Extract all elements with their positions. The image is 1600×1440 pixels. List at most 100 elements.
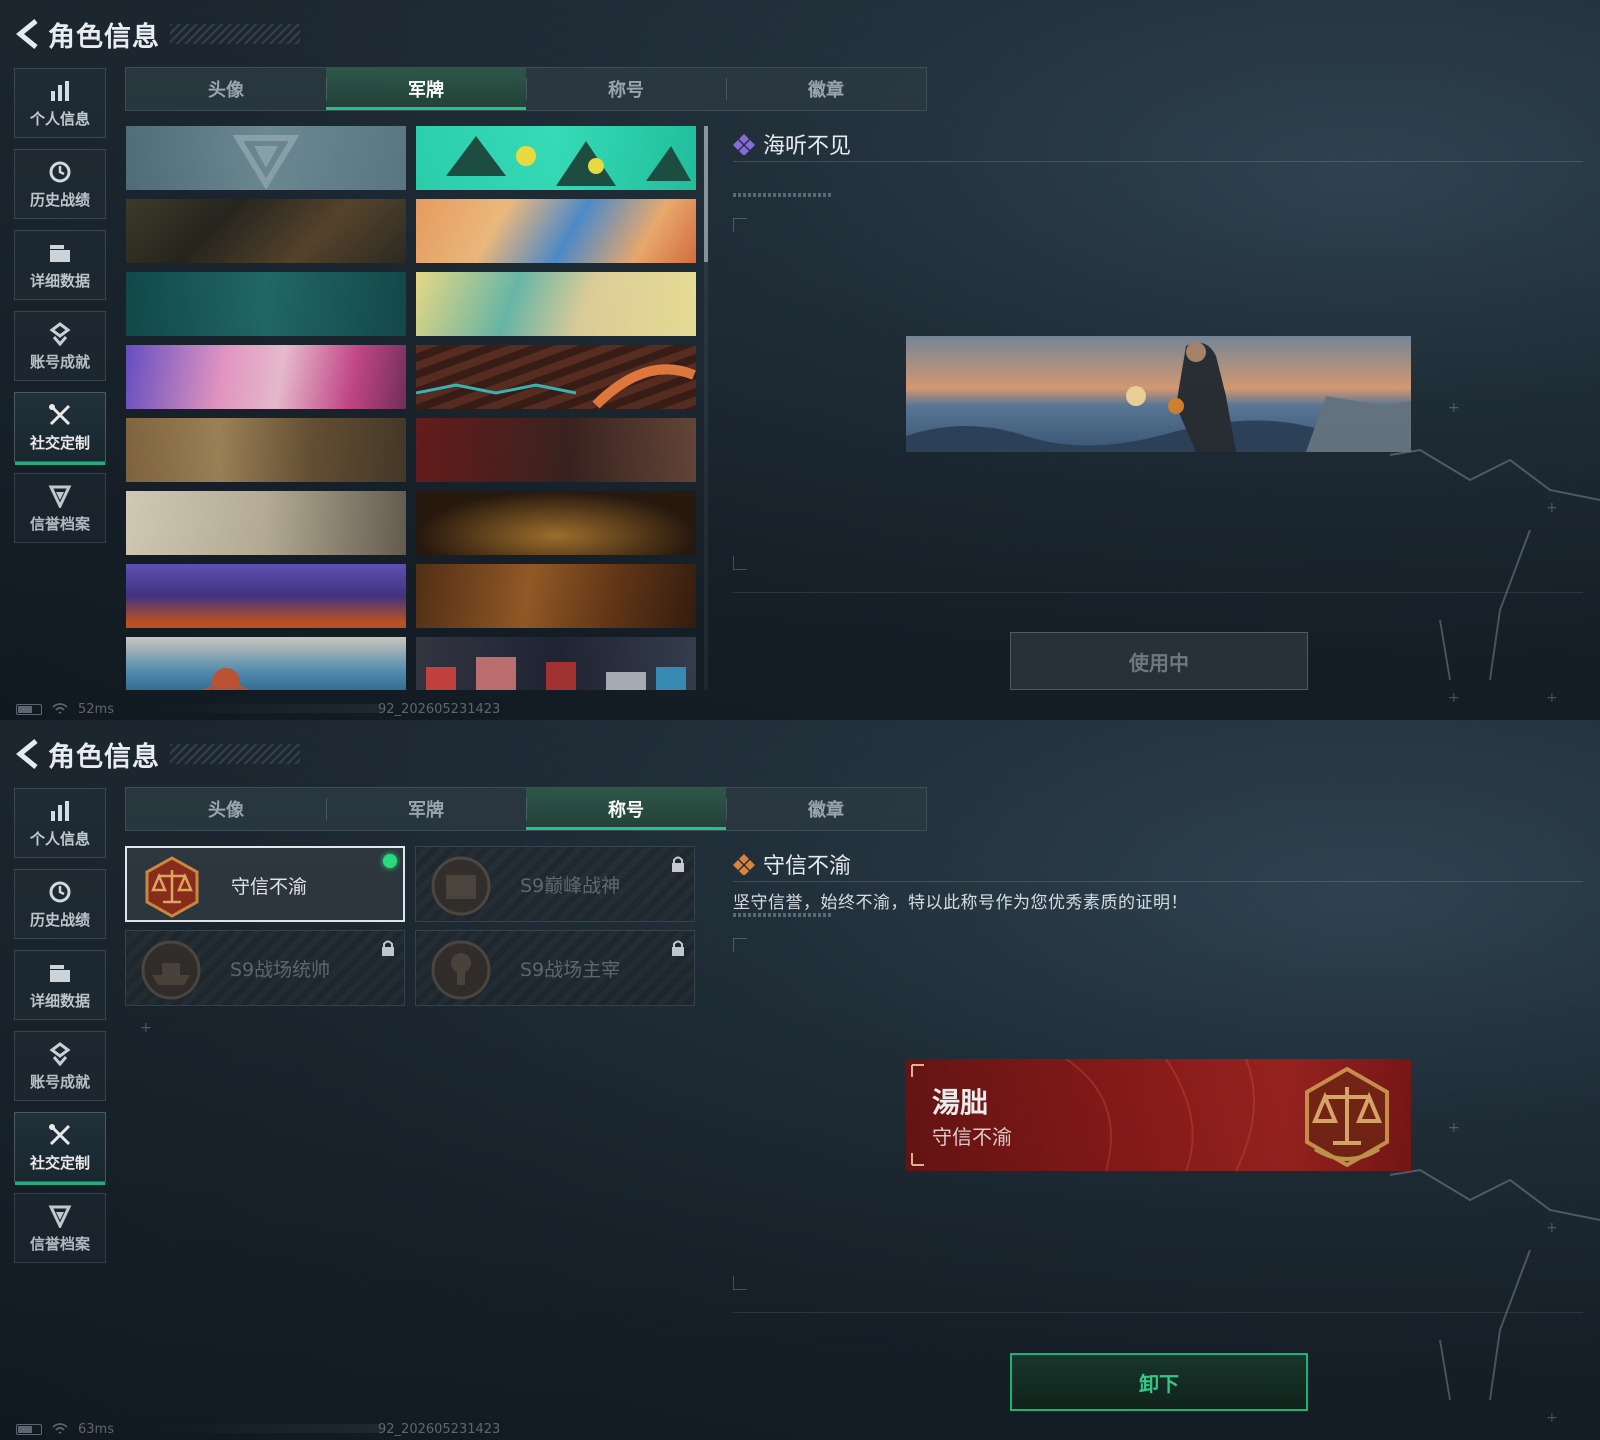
detail-subline	[733, 193, 833, 197]
shield-icon	[47, 483, 73, 509]
background-crack	[1389, 448, 1600, 681]
frame-corner	[733, 218, 747, 232]
wifi-icon	[52, 1423, 68, 1434]
tab-avatar[interactable]: 头像	[126, 788, 326, 830]
deco-plus: +	[1448, 1120, 1460, 1136]
clock-icon	[47, 879, 73, 905]
detail-header: 海听不见	[733, 126, 1583, 162]
title-card-selected[interactable]: 守信不渝	[125, 846, 405, 922]
title-card-locked[interactable]: S9战场统帅	[125, 930, 405, 1006]
sidebar-item-achievements[interactable]: 账号成就	[14, 1031, 106, 1101]
ship-medal-icon	[141, 940, 201, 1000]
scales-medal-icon	[1305, 1066, 1389, 1168]
tab-avatar[interactable]: 头像	[126, 68, 326, 110]
title-name: S9巅峰战神	[520, 875, 621, 897]
back-button[interactable]	[14, 737, 42, 771]
sidebar-item-label: 账号成就	[29, 352, 90, 371]
dogtag-card-weapons[interactable]	[126, 199, 406, 263]
battery-icon	[16, 1423, 42, 1435]
dogtag-card-dragon[interactable]	[416, 199, 696, 263]
dogtag-card-leaves[interactable]	[416, 564, 696, 628]
sidebar: 个人信息 历史战绩 详细数据 账号成就 社交定制 信誉档案	[14, 788, 106, 1274]
wifi-icon	[52, 703, 68, 714]
title-card-locked[interactable]: S9巅峰战神	[415, 846, 695, 922]
title-card-locked[interactable]: S9战场主宰	[415, 930, 695, 1006]
explosion-medal-icon	[431, 940, 491, 1000]
sidebar-item-label: 账号成就	[29, 1072, 90, 1091]
sidebar-item-label: 社交定制	[29, 1153, 90, 1172]
tab-dogtag[interactable]: 军牌	[326, 788, 526, 830]
sidebar-item-label: 信誉档案	[29, 514, 90, 533]
detail-header: 守信不渝	[733, 846, 1583, 882]
dogtag-card-windmill[interactable]	[126, 491, 406, 555]
ping-text: 52ms	[78, 701, 114, 717]
deco-plus: +	[1448, 690, 1460, 706]
player-name: 湯朏	[932, 1086, 989, 1119]
title-decoration	[170, 24, 300, 44]
frame-corner	[733, 1276, 747, 1290]
tab-badge[interactable]: 徽章	[726, 68, 926, 110]
page-header: 角色信息	[14, 14, 300, 54]
page-title: 角色信息	[48, 21, 160, 53]
sidebar-item-reputation[interactable]: 信誉档案	[14, 473, 106, 543]
dogtag-card-music[interactable]	[416, 272, 696, 336]
sidebar-item-social-custom[interactable]: 社交定制	[14, 392, 106, 465]
tab-badge[interactable]: 徽章	[726, 788, 926, 830]
bar-chart-icon	[47, 78, 73, 104]
tools-icon	[47, 1122, 73, 1148]
dogtag-card-desert[interactable]	[126, 418, 406, 482]
page-title: 角色信息	[48, 741, 160, 773]
scroll-thumb[interactable]	[704, 126, 708, 262]
title-decoration	[170, 744, 300, 764]
sidebar-item-label: 信誉档案	[29, 1234, 90, 1253]
diamond-icon	[733, 133, 755, 155]
sidebar-item-personal-info[interactable]: 个人信息	[14, 68, 106, 138]
sidebar-item-achievements[interactable]: 账号成就	[14, 311, 106, 381]
dogtag-card-logo[interactable]	[126, 126, 406, 190]
frame-line	[733, 592, 1583, 593]
status-footer: 52ms 92_202605231423	[16, 700, 500, 718]
shield-icon	[47, 1203, 73, 1229]
unequip-button[interactable]: 卸下	[1010, 1353, 1308, 1411]
sidebar-item-history[interactable]: 历史战绩	[14, 869, 106, 939]
frame-corner	[733, 938, 747, 952]
dogtag-card-lanterns[interactable]	[416, 491, 696, 555]
tools-icon	[47, 402, 73, 428]
deco-plus: +	[1448, 400, 1460, 416]
dogtag-preview	[906, 336, 1411, 452]
battery-icon	[16, 703, 42, 715]
sidebar: 个人信息 历史战绩 详细数据 账号成就 社交定制 信誉档案	[14, 68, 106, 554]
folder-icon	[47, 960, 73, 986]
deco-plus: +	[1546, 1410, 1558, 1426]
sidebar-item-label: 社交定制	[29, 433, 90, 452]
sidebar-item-label: 历史战绩	[29, 190, 90, 209]
in-use-button[interactable]: 使用中	[1010, 632, 1308, 690]
deco-plus: +	[1546, 500, 1558, 516]
sidebar-item-details[interactable]: 详细数据	[14, 950, 106, 1020]
dogtag-card-octopus[interactable]	[126, 637, 406, 690]
tab-title[interactable]: 称号	[526, 68, 726, 110]
lock-icon	[382, 940, 394, 956]
dogtag-card-halloween[interactable]	[126, 564, 406, 628]
screen-title: + + + + 角色信息 个人信息 历史战绩 详细数据 账号成就 社交定制 信誉…	[0, 720, 1600, 1440]
title-name: 守信不渝	[231, 876, 308, 898]
dogtag-card-soldier[interactable]	[126, 272, 406, 336]
trophy-icon	[47, 321, 73, 347]
deco-plus: +	[1546, 1220, 1558, 1236]
sidebar-item-history[interactable]: 历史战绩	[14, 149, 106, 219]
dogtag-card-pattern[interactable]	[416, 345, 696, 409]
back-button[interactable]	[14, 17, 42, 51]
tab-dogtag[interactable]: 军牌	[326, 68, 526, 110]
bar-chart-icon	[47, 798, 73, 824]
dogtag-card-cartoon[interactable]	[416, 126, 696, 190]
dogtag-card-city[interactable]	[126, 345, 406, 409]
sidebar-item-details[interactable]: 详细数据	[14, 230, 106, 300]
tab-title[interactable]: 称号	[526, 788, 726, 830]
dogtag-scrollbar[interactable]	[704, 126, 708, 690]
sidebar-item-social-custom[interactable]: 社交定制	[14, 1112, 106, 1185]
clock-icon	[47, 159, 73, 185]
dogtag-card-squad[interactable]	[416, 418, 696, 482]
dogtag-card-pixel[interactable]	[416, 637, 696, 690]
sidebar-item-personal-info[interactable]: 个人信息	[14, 788, 106, 858]
sidebar-item-reputation[interactable]: 信誉档案	[14, 1193, 106, 1263]
